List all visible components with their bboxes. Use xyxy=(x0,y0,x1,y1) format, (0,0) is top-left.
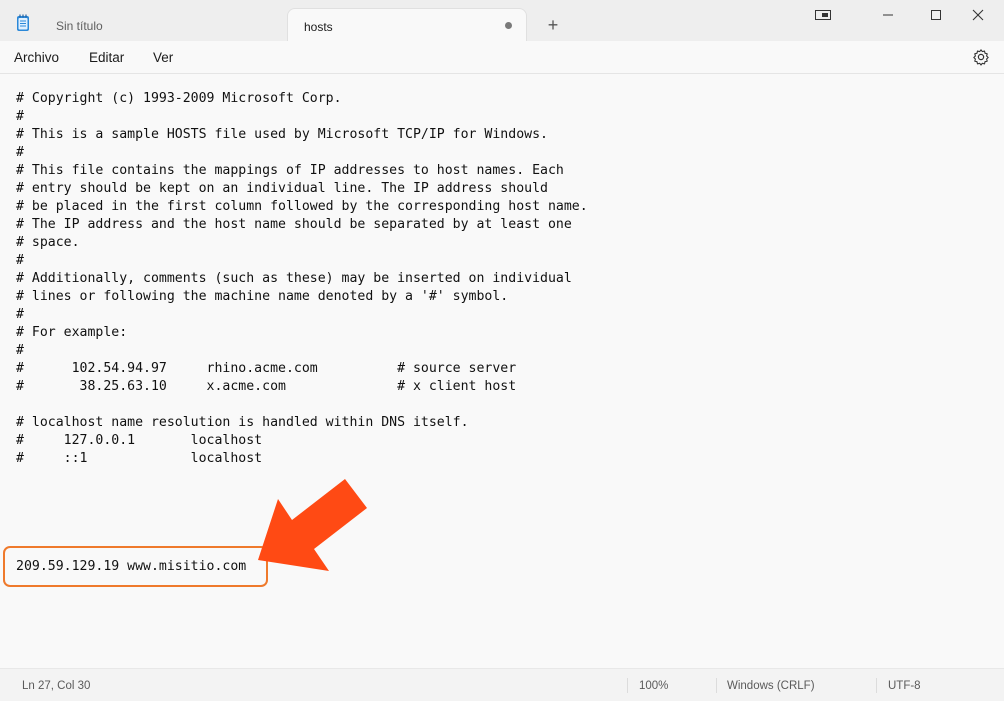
text-editor[interactable]: # Copyright (c) 1993-2009 Microsoft Corp… xyxy=(0,74,1004,668)
close-icon xyxy=(972,9,984,21)
editor-line: # ::1 localhost xyxy=(16,451,263,466)
gear-icon[interactable] xyxy=(972,48,990,66)
editor-line: # lines or following the machine name de… xyxy=(16,289,509,304)
editor-line: # xyxy=(16,343,24,358)
menu-bar: Archivo Editar Ver xyxy=(0,41,1004,74)
restore-compact-icon xyxy=(815,10,831,20)
editor-line: # This is a sample HOSTS file used by Mi… xyxy=(16,127,548,142)
maximize-icon xyxy=(931,10,941,20)
status-divider xyxy=(627,678,628,693)
editor-line: # space. xyxy=(16,235,80,250)
tab-label: hosts xyxy=(304,20,333,34)
unsaved-indicator-icon[interactable] xyxy=(505,22,512,29)
editor-line: # 102.54.94.97 rhino.acme.com # source s… xyxy=(16,361,517,376)
editor-line: # For example: xyxy=(16,325,128,340)
editor-line: # be placed in the first column followed… xyxy=(16,199,588,214)
minimize-icon xyxy=(883,14,893,16)
editor-line: # xyxy=(16,307,24,322)
tab-hosts[interactable]: hosts xyxy=(287,8,527,41)
editor-line: # xyxy=(16,253,24,268)
editor-line: # xyxy=(16,109,24,124)
status-divider xyxy=(876,678,877,693)
editor-line: # localhost name resolution is handled w… xyxy=(16,415,469,430)
menu-ver[interactable]: Ver xyxy=(153,50,173,65)
editor-line: # 38.25.63.10 x.acme.com # x client host xyxy=(16,379,517,394)
menu-archivo[interactable]: Archivo xyxy=(14,50,59,65)
tab-label: Sin título xyxy=(56,19,103,33)
encoding[interactable]: UTF-8 xyxy=(888,680,921,692)
editor-line: # entry should be kept on an individual … xyxy=(16,181,548,196)
restore-compact-button[interactable] xyxy=(800,2,846,28)
editor-line: # The IP address and the host name shoul… xyxy=(16,217,572,232)
notepad-icon xyxy=(17,14,29,31)
zoom-level[interactable]: 100% xyxy=(639,680,668,692)
status-bar: Ln 27, Col 30 100% Windows (CRLF) UTF-8 xyxy=(0,668,1004,701)
menu-editar[interactable]: Editar xyxy=(89,50,124,65)
arrow-annotation-icon xyxy=(258,479,367,571)
status-divider xyxy=(716,678,717,693)
editor-line: # 127.0.0.1 localhost xyxy=(16,433,263,448)
line-ending[interactable]: Windows (CRLF) xyxy=(727,680,815,692)
highlight-box xyxy=(3,546,268,587)
close-button[interactable] xyxy=(955,2,1001,28)
editor-line: # This file contains the mappings of IP … xyxy=(16,163,564,178)
cursor-position: Ln 27, Col 30 xyxy=(22,680,91,692)
new-tab-button[interactable]: + xyxy=(543,15,563,35)
tab-sin-titulo[interactable]: Sin título xyxy=(40,8,285,41)
minimize-button[interactable] xyxy=(865,2,911,28)
editor-line: # Additionally, comments (such as these)… xyxy=(16,271,572,286)
editor-line: # xyxy=(16,145,24,160)
maximize-button[interactable] xyxy=(913,2,959,28)
title-bar: Sin título hosts + xyxy=(0,0,1004,41)
editor-line: # Copyright (c) 1993-2009 Microsoft Corp… xyxy=(16,91,342,106)
